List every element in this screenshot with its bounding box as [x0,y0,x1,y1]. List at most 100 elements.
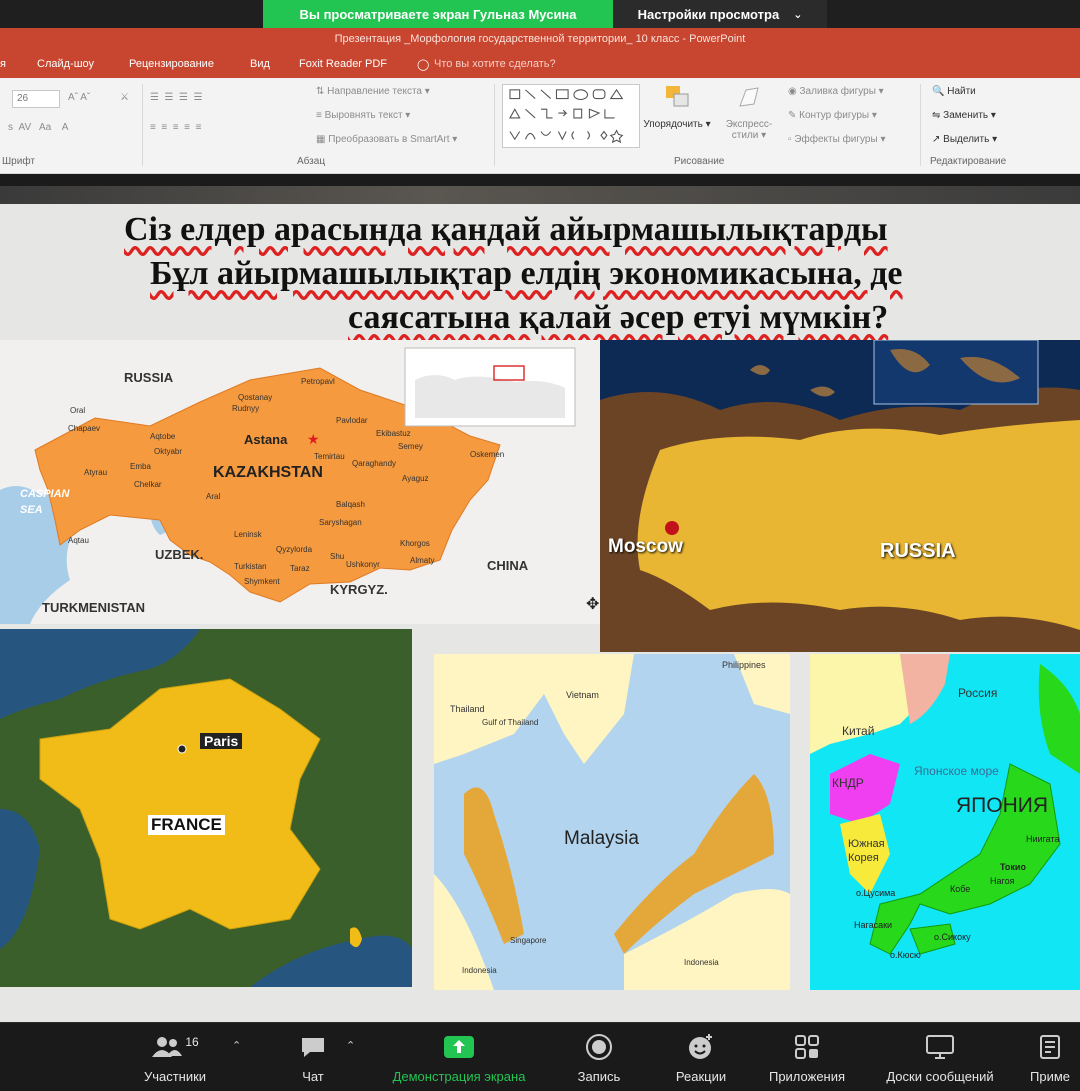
city-label: Atyrau [84,468,108,477]
chat-button[interactable]: Чат [292,1033,334,1084]
capital-star-icon: ★ [307,431,320,447]
shape-effects-button[interactable]: ▫ Эффекты фигуры ▾ [788,134,885,145]
label-south-korea-1: Южная [848,838,885,850]
whiteboards-button[interactable]: Доски сообщений [872,1033,1008,1084]
tab-foxit[interactable]: Foxit Reader PDF [299,58,387,70]
zoom-toolbar: 16 Участники ⌃ Чат ⌃ Демонстрация экрана… [0,1022,1080,1091]
label-dprk: КНДР [832,776,864,790]
japan-map[interactable]: Россия Китай КНДР Японское море Южная Ко… [810,654,1080,990]
label-nagasaki: Нагасаки [854,920,893,930]
notes-label: Приме [1030,1069,1071,1084]
share-screen-icon [444,1036,474,1058]
kazakhstan-map[interactable]: RUSSIA CHINA UZBEK. KYRGYZ. TURKMENISTAN… [0,340,600,624]
replace-button[interactable]: ⇋ Заменить ▾ [932,110,996,121]
share-screen-button[interactable]: Демонстрация экрана [376,1033,542,1084]
chat-icon [302,1038,324,1057]
apps-icon [795,1035,819,1059]
apps-button[interactable]: Приложения [758,1033,856,1084]
chat-label: Чат [302,1069,324,1084]
move-cursor-icon: ✥ [586,596,600,613]
record-button[interactable]: Запись [568,1033,630,1084]
label-france: FRANCE [148,815,225,835]
tab-review[interactable]: Рецензирование [129,58,214,70]
record-label: Запись [577,1069,621,1084]
label-kobe: Кобе [950,884,971,894]
text-direction-button[interactable]: ⇅ Направление текста ▾ [316,86,430,97]
chevron-up-icon[interactable]: ⌃ [232,1039,241,1052]
slide[interactable]: Сіз елдер арасында қандай айырмашылықтар… [0,204,1080,1022]
align-icons[interactable]: ≡ ≡ ≡ ≡ ≡ [150,122,201,133]
participants-label: Участники [143,1069,207,1084]
reactions-label: Реакции [675,1069,727,1084]
city-label: Taraz [290,564,310,573]
city-label: Leninsk [234,530,262,539]
tab-design[interactable]: я [0,58,6,70]
city-label: Turkistan [234,562,267,571]
select-button[interactable]: ↗ Выделить ▾ [932,134,997,145]
view-options-label: Настройки просмотра [637,6,780,22]
label-nagoya: Нагоя [990,876,1015,886]
city-label: Ayaguz [402,474,429,483]
label-niigata: Ниигата [1026,834,1060,844]
city-label: Aral [206,492,221,501]
label-south-korea-2: Корея [848,852,879,864]
label-tokyo: Токио [1000,862,1026,872]
label-astana: Astana [244,432,288,447]
label-thailand: Thailand [450,704,485,714]
quick-styles-button[interactable]: Экспресс-стили ▾ [714,82,784,141]
tab-view[interactable]: Вид [250,58,270,70]
ribbon: 26 Aˆ Aˇ ⚔ s AV Aa A ☰ ☰ ☰ ☰ ≡ ≡ ≡ ≡ ≡ ⇅… [0,78,1080,174]
grow-font-icon[interactable]: Aˆ Aˇ [68,92,90,103]
tell-me-search[interactable]: Что вы хотите сделать? [434,58,556,70]
malaysia-map[interactable]: Philippines Vietnam Thailand Gulf of Tha… [434,654,790,990]
whiteboards-label: Доски сообщений [886,1069,994,1084]
slide-title-line-3: саясатына қалай әсер етуі мүмкін? [348,299,889,336]
tab-slideshow[interactable]: Слайд-шоу [37,58,94,70]
shape-outline-button[interactable]: ✎ Контур фигуры ▾ [788,110,877,121]
shape-fill-button[interactable]: ◉ Заливка фигуры ▾ [788,86,884,97]
reactions-button[interactable]: Реакции [664,1033,738,1084]
participants-icon [152,1037,183,1057]
shapes-gallery[interactable] [502,84,640,148]
font-size-box[interactable]: 26 [12,90,60,108]
slide-title-line-2: Бұл айырмашылықтар елдің экономикасына, … [150,255,903,292]
city-label: Rudnyy [232,404,260,413]
chevron-up-icon[interactable]: ⌃ [346,1039,355,1052]
label-sea: SEA [20,504,43,516]
slide-title-line-1: Сіз елдер арасында қандай айырмашылықтар… [124,211,888,248]
label-caspian: CASPIAN [20,488,70,500]
label-moscow: Moscow [608,536,683,557]
view-options-button[interactable]: Настройки просмотра ⌄ [613,0,827,28]
city-label: Saryshagan [319,518,362,527]
city-label: Ushkonyr [346,560,380,569]
arrange-button[interactable]: Упорядочить ▾ [642,82,712,130]
label-sea-of-japan: Японское море [914,764,999,778]
label-malaysia: Malaysia [564,828,639,849]
city-label: Semey [398,442,423,451]
powerpoint-title-bar: Презентация _Морфология государственной … [0,28,1080,50]
group-label-editing: Редактирование [930,156,1007,167]
label-russia-jp: Россия [958,686,998,700]
label-gulf-thailand: Gulf of Thailand [482,718,539,727]
bullets-icon[interactable]: ☰ ☰ ☰ ☰ [150,92,203,103]
find-button[interactable]: 🔍 Найти [932,86,976,97]
align-text-button[interactable]: ≡ Выровнять текст ▾ [316,110,410,121]
label-china-jp: Китай [842,724,875,738]
label-indonesia-1: Indonesia [462,966,497,975]
presentation-title: Презентация _Морфология государственной … [334,33,746,45]
font-style-icons[interactable]: s AV Aa A [8,122,68,133]
clear-format-icon[interactable]: ⚔ [120,92,129,103]
group-label-font: Шрифт [2,156,35,167]
participants-button[interactable]: 16 Участники [134,1033,216,1084]
notes-icon [1040,1035,1060,1059]
city-label: Oktyabr [154,447,183,456]
notes-button[interactable]: Приме [1030,1033,1080,1084]
russia-map[interactable]: Moscow RUSSIA [600,340,1080,652]
city-label: Oral [70,406,86,415]
france-map[interactable]: Paris FRANCE [0,629,412,987]
city-label: Khorgos [400,539,430,548]
label-kyrgyz: KYRGYZ. [330,582,388,597]
convert-smartart-button[interactable]: ▦ Преобразовать в SmartArt ▾ [316,134,457,145]
label-turkmenistan: TURKMENISTAN [42,600,146,615]
zoom-top-bar: Вы просматриваете экран Гульназ Мусина Н… [0,0,1080,28]
